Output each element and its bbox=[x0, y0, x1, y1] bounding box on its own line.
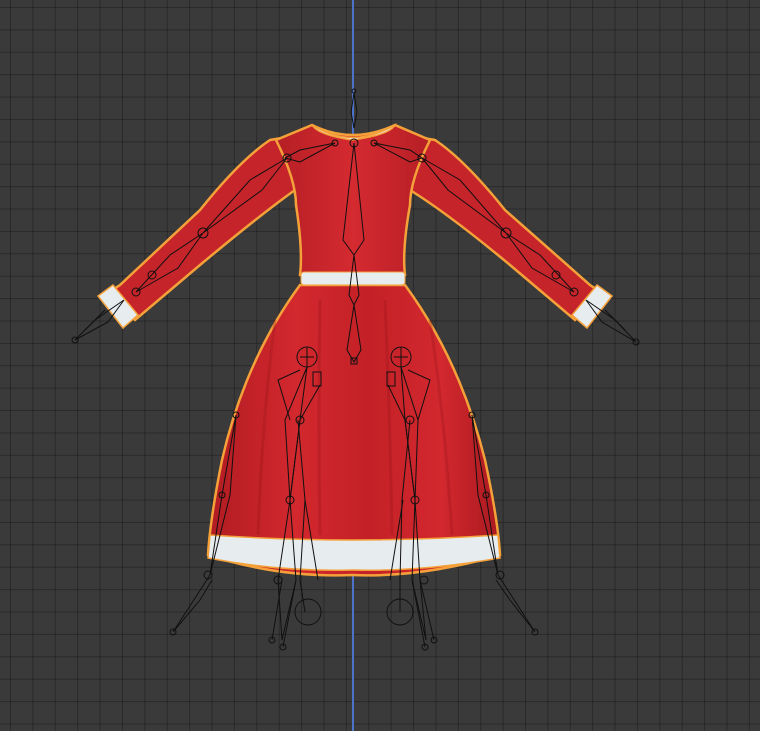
belt-fur bbox=[300, 271, 406, 286]
right-sleeve[interactable] bbox=[403, 133, 608, 322]
dress-mesh[interactable] bbox=[96, 123, 614, 577]
bone-element-46[interactable] bbox=[271, 579, 297, 648]
hem-fur bbox=[207, 534, 501, 571]
skirt[interactable] bbox=[206, 283, 502, 577]
bone-element-69[interactable] bbox=[495, 574, 536, 633]
bone-element-56[interactable] bbox=[419, 575, 429, 585]
bone-neck-joint[interactable] bbox=[351, 88, 357, 94]
bone-element-42[interactable] bbox=[294, 598, 322, 626]
bone-element-63[interactable] bbox=[172, 574, 213, 633]
bone-neck[interactable] bbox=[350, 92, 358, 129]
left-sleeve[interactable] bbox=[102, 133, 302, 322]
3d-viewport[interactable] bbox=[0, 0, 760, 731]
viewport-scene[interactable] bbox=[0, 0, 760, 731]
